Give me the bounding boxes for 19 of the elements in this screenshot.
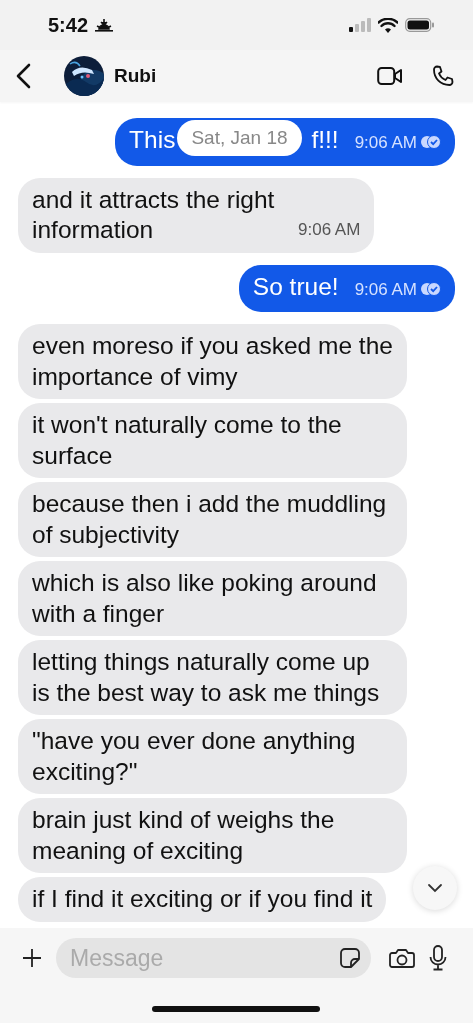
message-text: which is also like poking around with a finger [32,569,377,627]
message-text: "have you ever done anything exciting?" [32,727,356,785]
message-time: 9:06 AM [354,279,417,299]
message-text: if I find it exciting or if you find it [32,885,373,912]
clock-time: 5:42 [48,13,89,37]
message-text: So true! [252,272,339,300]
message-text: brain just kind of weighs the meaning of exciting [32,806,335,864]
message-time: 9:06 AM [354,133,417,152]
message-text: because then i add the muddling of subjectivity [32,490,387,548]
date-label: Sat, Jan 18 [177,120,302,156]
message-text: and it attracts the right information [32,184,276,245]
message-text: f!!! [311,126,339,153]
message-text: it won't naturally come to the surface [32,411,342,469]
message-text: This [129,126,176,153]
message-text: letting things naturally come up is the best way to ask me things [32,648,380,706]
contact-name: Rubi [114,65,157,87]
message-field[interactable]: Message [56,938,371,978]
message-text: even moreso if you asked me the importance of vimy [32,332,393,390]
message-time: 9:06 AM [298,220,361,239]
